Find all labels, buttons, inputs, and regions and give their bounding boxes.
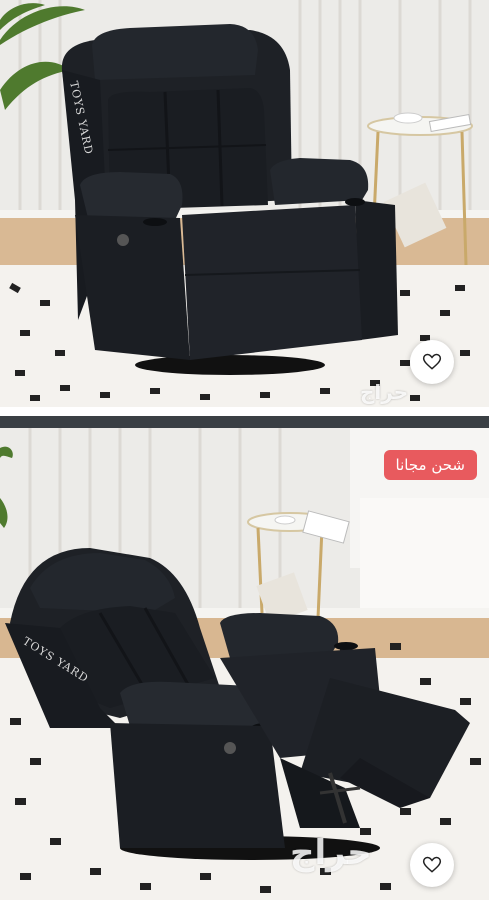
free-shipping-badge: شحن مجانا: [383, 450, 477, 480]
product-image-2[interactable]: TOYS YARD شحن مجانا حراج: [0, 428, 489, 900]
recliner-reclined-photo: TOYS YARD: [0, 428, 489, 900]
heart-outline-icon: [422, 856, 442, 873]
gallery-separator-bar: [0, 416, 489, 428]
product-image-1[interactable]: TOYS YARD حراج: [0, 0, 489, 407]
favorite-button[interactable]: [410, 340, 454, 384]
heart-outline-icon: [422, 353, 442, 370]
favorite-button[interactable]: [410, 843, 454, 887]
